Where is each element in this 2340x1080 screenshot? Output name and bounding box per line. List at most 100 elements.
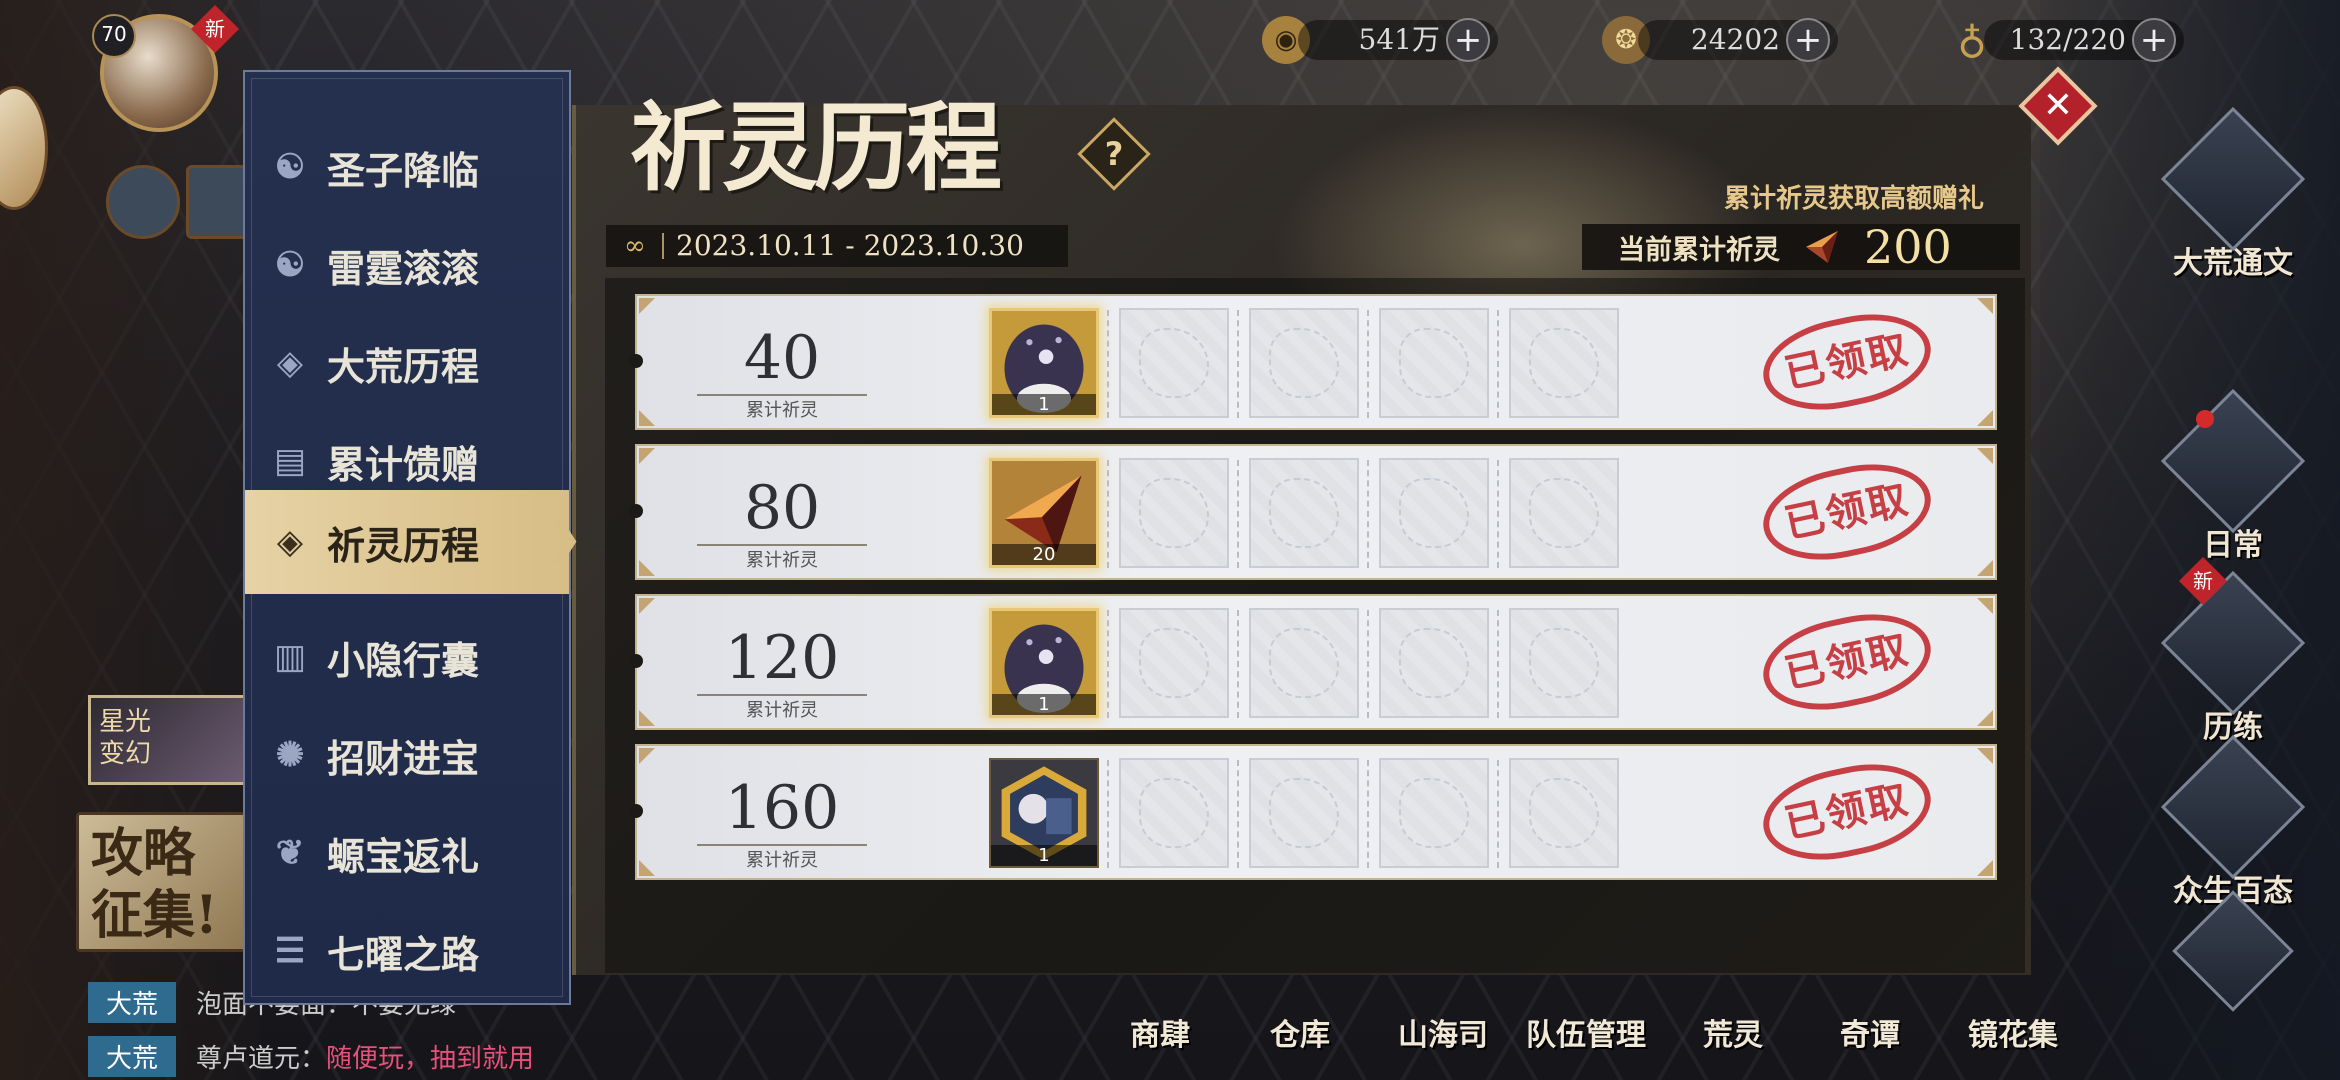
page-title: 祈灵历程 [630, 91, 1002, 204]
swirl-icon: ☯ [274, 147, 306, 187]
empty-slot [1249, 608, 1359, 718]
menu-item-label: 七曜之路 [327, 931, 480, 977]
empty-slot [1379, 458, 1489, 568]
add-stamina-button[interactable]: + [2132, 18, 2176, 62]
empty-slot [1509, 608, 1619, 718]
empty-slot [1249, 758, 1359, 868]
empty-slot [1249, 308, 1359, 418]
bag-icon: ▥ [273, 637, 307, 677]
empty-slot [1119, 608, 1229, 718]
nav-training[interactable]: 历练 [2158, 570, 2308, 746]
bottom-nav-shop[interactable]: 商肆 [1130, 1010, 1190, 1054]
reward-threshold: 120 [724, 623, 840, 693]
menu-item[interactable]: ☯ 雷霆滚滚 [245, 216, 569, 314]
reward-item-quantity: 20 [992, 544, 1096, 565]
reward-list: 40 累计祈灵 1 已领取 80 累计祈灵 20 已领取 120 累计祈灵 1 … [605, 278, 2025, 973]
current-total-label: 当前累计祈灵 [1618, 234, 1780, 266]
reward-item-quantity: 1 [991, 845, 1097, 866]
menu-item-label: 招财进宝 [327, 735, 480, 781]
chat-channel-tag: 大荒 [88, 982, 177, 1023]
spirit-crystal-icon [1806, 231, 1838, 263]
strategy-banner[interactable]: 攻略 征集! [76, 812, 248, 952]
empty-slot [1379, 608, 1489, 718]
reward-threshold-label: 累计祈灵 [746, 550, 818, 571]
player-level: 70 [92, 14, 136, 58]
menu-item[interactable]: ❦ 螈宝返礼 [245, 804, 569, 902]
menu-item[interactable]: ☰ 七曜之路 [245, 902, 569, 1000]
nav-dahuang-tongwen[interactable]: 大荒通文 [2158, 106, 2308, 282]
chat-message: 尊卢道元：随便玩，抽到就用 [196, 1044, 535, 1074]
add-coin-button[interactable]: + [1446, 18, 1490, 62]
menu-item-label: 小隐行囊 [327, 637, 480, 683]
reward-row: 80 累计祈灵 20 已领取 [629, 444, 1997, 580]
claimed-stamp: 已领取 [1754, 601, 1940, 723]
mail-icon[interactable] [186, 165, 250, 239]
reward-item-slot[interactable]: 20 [989, 458, 1099, 568]
current-total-value: 200 [1864, 220, 1952, 274]
bottom-nav-warehouse[interactable]: 仓库 [1270, 1010, 1330, 1054]
bottom-nav-legends[interactable]: 奇谭 [1840, 1010, 1900, 1054]
chat-channel-tag: 大荒 [88, 1036, 177, 1077]
hourglass-icon: ∞ [624, 231, 646, 261]
reward-threshold-label: 累计祈灵 [746, 850, 818, 871]
add-jade-button[interactable]: + [1786, 18, 1830, 62]
empty-slot [1379, 758, 1489, 868]
reward-item-quantity: 1 [992, 694, 1096, 715]
reward-row: 160 累计祈灵 1 已领取 [629, 744, 1997, 880]
claimed-stamp: 已领取 [1754, 451, 1940, 573]
menu-item[interactable]: ▥ 小隐行囊 [245, 608, 569, 706]
empty-slot [1119, 758, 1229, 868]
chest-icon: ▤ [273, 441, 307, 481]
menu-item[interactable]: ◈ 大荒历程 [245, 314, 569, 412]
empty-slot [1509, 458, 1619, 568]
nav-settings[interactable] [2158, 890, 2308, 1012]
event-menu: ☯ 圣子降临 ☯ 雷霆滚滚 ◈ 大荒历程 ▤ 累计馈赠 ◈ 祈灵历程 ❯ ▥ 小… [243, 70, 582, 1005]
notification-dot [2196, 410, 2214, 428]
menu-item[interactable]: ☯ 圣子降临 [245, 118, 569, 216]
reward-item-quantity: 1 [992, 394, 1096, 415]
empty-slot [1509, 308, 1619, 418]
empty-slot [1119, 458, 1229, 568]
compass-icon [2160, 106, 2306, 252]
resource-coin: ◉ 541万 + [1262, 16, 1498, 64]
reward-threshold-label: 累计祈灵 [746, 700, 818, 721]
close-icon: ✕ [2042, 85, 2074, 126]
bottom-nav-mirror[interactable]: 镜花集 [1968, 1010, 2058, 1054]
starlight-banner[interactable]: 星光 变幻 [88, 695, 248, 785]
road-icon: ☰ [274, 931, 306, 971]
menu-item-label: 螈宝返礼 [327, 833, 480, 879]
salamander-icon: ❦ [275, 833, 305, 873]
reward-item-slot[interactable]: 1 [989, 758, 1099, 868]
reward-threshold: 160 [724, 773, 840, 843]
bottom-nav-spirits[interactable]: 荒灵 [1703, 1010, 1763, 1054]
reward-threshold: 80 [743, 473, 821, 543]
menu-item-active[interactable]: ◈ 祈灵历程 ❯ [245, 490, 582, 594]
reward-item-slot[interactable]: 1 [989, 308, 1099, 418]
bottom-nav-shanhai[interactable]: 山海司 [1398, 1010, 1488, 1054]
bottom-nav-team[interactable]: 队伍管理 [1526, 1010, 1646, 1054]
diamond-icon: ◈ [276, 343, 304, 383]
menu-item[interactable]: ✺ 招财进宝 [245, 706, 569, 804]
menu-item-label: 大荒历程 [327, 343, 480, 389]
empty-slot [1249, 458, 1359, 568]
menu-item-label: 累计馈赠 [327, 441, 480, 487]
reward-item-slot[interactable]: 1 [989, 608, 1099, 718]
claimed-stamp: 已领取 [1754, 301, 1940, 423]
reward-threshold-label: 累计祈灵 [746, 400, 818, 421]
menu-item-label: 圣子降临 [327, 147, 480, 193]
nav-daily[interactable]: 日常 [2158, 388, 2308, 564]
reward-threshold: 40 [743, 323, 821, 393]
nav-all-beings[interactable]: 众生百态 [2158, 734, 2308, 910]
current-total-bar: 当前累计祈灵 200 [1582, 220, 2020, 274]
resource-jade: ❂ 24202 + [1602, 16, 1838, 64]
chat-line[interactable]: 大荒 尊卢道元：随便玩，抽到就用 [88, 1036, 534, 1077]
claimed-stamp: 已领取 [1754, 751, 1940, 873]
friends-icon[interactable] [106, 165, 180, 239]
empty-slot [1379, 308, 1489, 418]
eye-icon [2160, 388, 2306, 534]
divider [662, 233, 664, 259]
cards-icon [2160, 734, 2306, 880]
empty-slot [1119, 308, 1229, 418]
resource-stamina: ♁ 132/220 + [1948, 17, 2184, 63]
reward-row: 40 累计祈灵 1 已领取 [629, 294, 1997, 430]
